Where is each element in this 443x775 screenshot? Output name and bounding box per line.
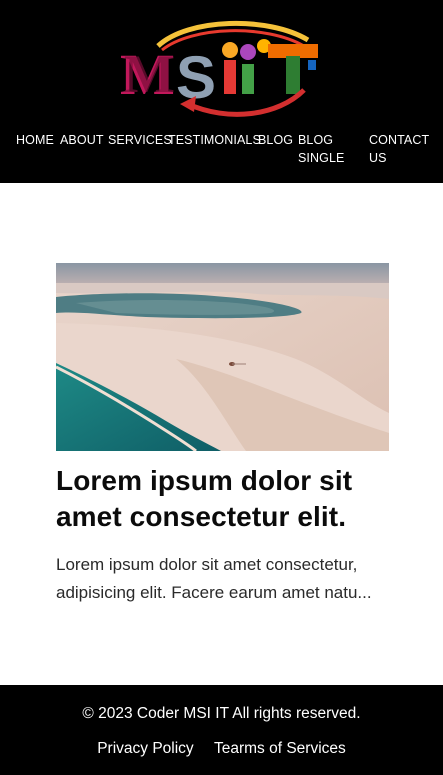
nav-about[interactable]: ABOUT — [60, 131, 104, 149]
svg-text:S: S — [176, 44, 216, 111]
blog-card-excerpt: Lorem ipsum dolor sit amet consectetur, … — [56, 555, 372, 602]
site-footer: © 2023 Coder MSI IT All rights reserved.… — [0, 685, 443, 775]
svg-text:M: M — [124, 44, 175, 104]
site-header: M M S HOME ABOUT SERVICES TESTIMONIALS B… — [0, 0, 443, 183]
main-nav: HOME ABOUT SERVICES TESTIMONIALS BLOG BL… — [0, 131, 443, 171]
blog-card-title[interactable]: Lorem ipsum dolor sit amet consectetur e… — [56, 463, 396, 535]
nav-contact-us[interactable]: CONTACT US — [369, 131, 429, 167]
logo-graphic: M M S — [120, 20, 318, 117]
privacy-policy-link[interactable]: Privacy Policy — [97, 740, 193, 757]
nav-blog-single[interactable]: BLOG SINGLE — [298, 131, 352, 167]
main-content: Lorem ipsum dolor sit amet consectetur e… — [0, 183, 443, 685]
footer-links: Privacy Policy Tearms of Services — [0, 739, 443, 759]
blog-card-image[interactable] — [56, 263, 389, 451]
copyright-text: © 2023 Coder MSI IT All rights reserved. — [82, 705, 361, 722]
nav-blog[interactable]: BLOG — [258, 131, 293, 149]
terms-of-service-link[interactable]: Tearms of Services — [214, 740, 346, 757]
desert-lagoon-image — [56, 263, 389, 451]
nav-testimonials[interactable]: TESTIMONIALS — [168, 131, 261, 149]
nav-services[interactable]: SERVICES — [108, 131, 172, 149]
logo[interactable]: M M S — [118, 20, 328, 120]
nav-home[interactable]: HOME — [16, 131, 54, 149]
